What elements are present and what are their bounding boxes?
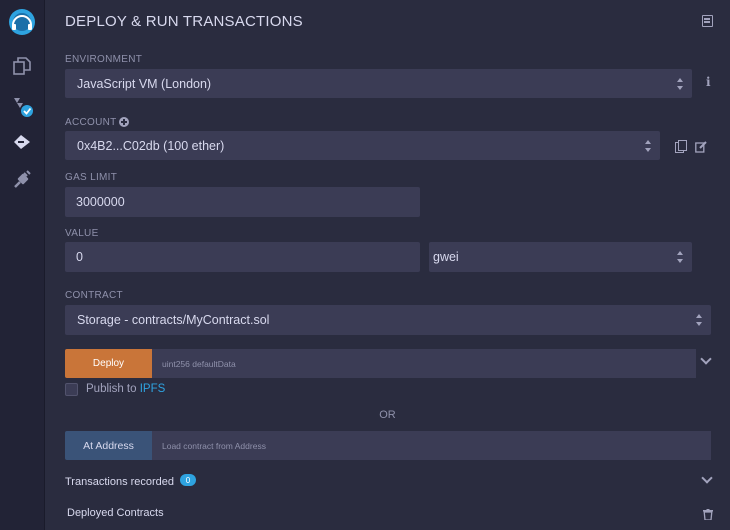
documentation-icon[interactable] xyxy=(702,15,713,27)
copy-icon[interactable] xyxy=(675,140,687,153)
select-chevron-icon xyxy=(645,139,652,152)
select-chevron-icon xyxy=(677,251,684,263)
value-unit: gwei xyxy=(433,250,459,264)
info-icon[interactable]: i xyxy=(706,75,711,89)
ipfs-link[interactable]: IPFS xyxy=(140,383,166,395)
transactions-expand-chevron-icon[interactable] xyxy=(701,472,713,484)
value-label: VALUE xyxy=(65,228,99,239)
account-select[interactable]: 0x4B2...C02db (100 ether) xyxy=(65,131,660,160)
transactions-count-badge: 0 xyxy=(180,474,196,486)
value-unit-select[interactable]: gwei xyxy=(429,242,692,272)
or-divider: OR xyxy=(379,409,396,421)
select-chevron-icon xyxy=(696,314,703,326)
publish-ipfs-label: Publish to IPFS xyxy=(86,383,165,395)
deployed-contracts-label: Deployed Contracts xyxy=(67,507,164,519)
expand-params-chevron-icon[interactable] xyxy=(700,353,712,365)
gas-limit-input[interactable]: 3000000 xyxy=(65,187,420,217)
trash-icon[interactable] xyxy=(703,507,713,521)
value-input[interactable]: 0 xyxy=(65,242,420,272)
edit-icon[interactable] xyxy=(695,140,707,153)
panel-title: DEPLOY & RUN TRANSACTIONS xyxy=(65,13,303,30)
gas-limit-value: 3000000 xyxy=(76,195,125,209)
gas-limit-label: GAS LIMIT xyxy=(65,172,118,183)
deploy-run-panel: DEPLOY & RUN TRANSACTIONS ENVIRONMENT Ja… xyxy=(45,0,730,530)
remix-logo-icon[interactable] xyxy=(6,6,38,38)
plugin-manager-icon[interactable] xyxy=(8,166,36,194)
environment-value: JavaScript VM (London) xyxy=(77,76,212,91)
solidity-compiler-icon[interactable] xyxy=(8,92,36,120)
environment-select[interactable]: JavaScript VM (London) xyxy=(65,69,692,98)
select-chevron-icon xyxy=(677,77,684,90)
environment-label: ENVIRONMENT xyxy=(65,54,143,65)
contract-select[interactable]: Storage - contracts/MyContract.sol xyxy=(65,305,711,335)
contract-value: Storage - contracts/MyContract.sol xyxy=(77,313,270,327)
at-address-input[interactable]: Load contract from Address xyxy=(152,431,711,460)
deploy-run-icon[interactable] xyxy=(8,128,36,156)
publish-prefix: Publish to xyxy=(86,383,140,395)
deploy-button[interactable]: Deploy xyxy=(65,349,152,378)
file-explorer-icon[interactable] xyxy=(8,52,36,80)
account-label: ACCOUNT xyxy=(65,117,117,128)
publish-ipfs-checkbox[interactable] xyxy=(65,383,78,396)
transactions-recorded-label[interactable]: Transactions recorded xyxy=(65,476,174,488)
icon-sidebar xyxy=(0,0,45,530)
at-address-button[interactable]: At Address xyxy=(65,431,152,460)
value-amount: 0 xyxy=(76,250,83,264)
contract-label: CONTRACT xyxy=(65,290,123,301)
deploy-params-input[interactable]: uint256 defaultData xyxy=(152,349,696,378)
add-account-icon[interactable] xyxy=(119,117,129,127)
account-value: 0x4B2...C02db (100 ether) xyxy=(77,138,225,153)
